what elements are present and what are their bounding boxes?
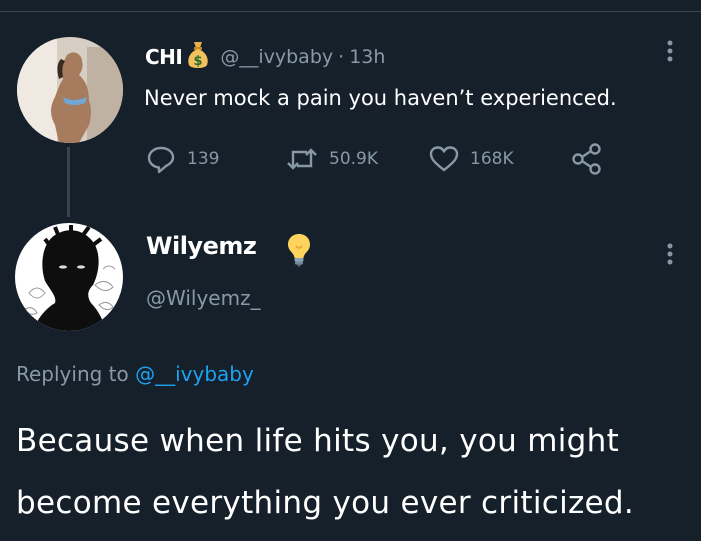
reply-more-options-icon[interactable]	[660, 240, 680, 270]
reply-button[interactable]: 139	[145, 140, 219, 178]
reply-handle[interactable]: @Wilyemz_	[146, 286, 261, 310]
avatar-photo-image	[17, 37, 123, 143]
reply-avatar[interactable]	[15, 223, 123, 331]
avatar[interactable]	[17, 37, 123, 143]
original-tweet-text: Never mock a pain you haven’t experience…	[144, 86, 617, 110]
retweet-icon	[287, 148, 317, 170]
separator-dot: ·	[338, 46, 345, 68]
reply-count: 139	[187, 149, 220, 169]
share-icon	[572, 143, 601, 175]
like-count: 168K	[470, 149, 514, 169]
like-button[interactable]: 168K	[428, 140, 514, 178]
reply-avatar-image	[15, 223, 123, 331]
heart-icon	[429, 146, 459, 172]
money-bag-icon: $	[186, 40, 210, 74]
svg-text:$: $	[194, 54, 203, 69]
original-display-name[interactable]: CHI	[145, 45, 183, 69]
top-divider	[0, 11, 701, 12]
original-tweet-header: CHI $ @__ivybaby · 13h	[145, 40, 385, 74]
more-options-icon[interactable]	[660, 37, 680, 67]
replying-to-label: Replying to	[16, 362, 129, 386]
replying-to-line: Replying to @__ivybaby	[16, 362, 254, 386]
reply-icon	[147, 146, 175, 174]
retweet-button[interactable]: 50.9K	[285, 140, 378, 178]
thread-connector-line	[67, 147, 70, 217]
light-bulb-icon	[286, 232, 312, 272]
original-handle[interactable]: @__ivybaby	[220, 46, 333, 68]
reply-display-name[interactable]: Wilyemz	[146, 232, 257, 260]
replying-to-handle-link[interactable]: @__ivybaby	[135, 362, 254, 386]
retweet-count: 50.9K	[329, 149, 378, 169]
tweet-actions: 139 50.9K 168K	[145, 140, 615, 178]
timestamp[interactable]: 13h	[349, 46, 385, 68]
reply-tweet-text: Because when life hits you, you might be…	[16, 423, 635, 521]
share-button[interactable]	[570, 140, 614, 178]
